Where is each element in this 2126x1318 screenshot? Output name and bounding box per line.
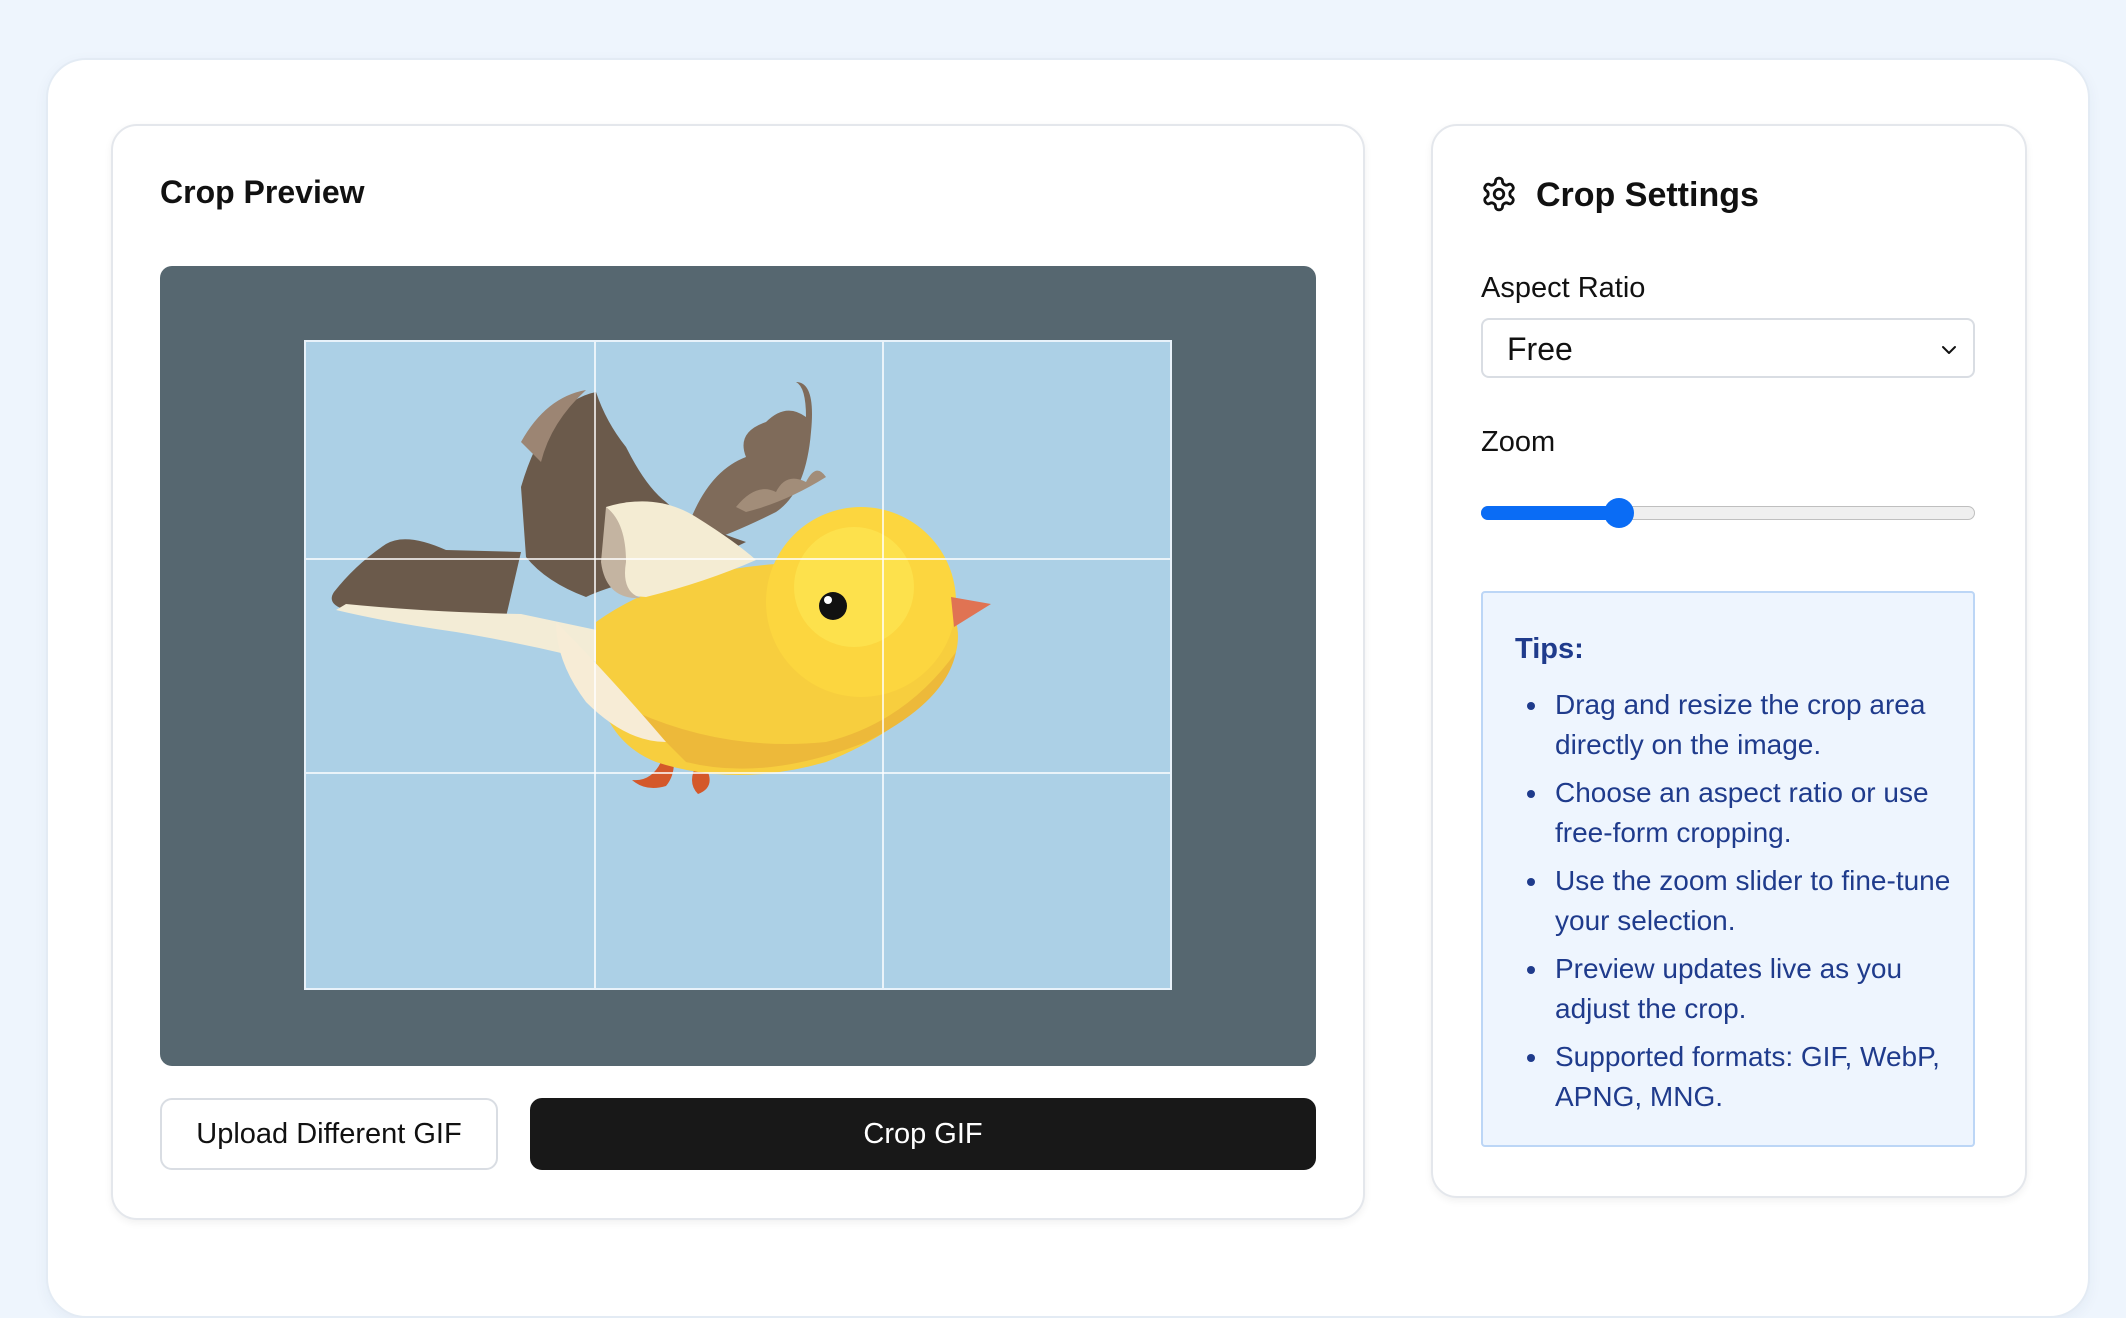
bird-image xyxy=(331,382,991,794)
tips-box: Tips: Drag and resize the crop area dire… xyxy=(1481,591,1975,1147)
tip-item: Supported formats: GIF, WebP, APNG, MNG. xyxy=(1515,1037,1955,1117)
upload-different-gif-button[interactable]: Upload Different GIF xyxy=(160,1098,498,1170)
tips-list: Drag and resize the crop area directly o… xyxy=(1515,685,1955,1125)
grid-line-v1 xyxy=(594,342,596,988)
zoom-label: Zoom xyxy=(1481,426,1556,458)
crop-preview-title: Crop Preview xyxy=(160,174,365,210)
grid-line-h2 xyxy=(306,772,1170,774)
tip-item: Choose an aspect ratio or use free-form … xyxy=(1515,773,1955,853)
crop-gif-button[interactable]: Crop GIF xyxy=(530,1098,1316,1170)
zoom-slider-fill xyxy=(1481,506,1619,520)
zoom-slider[interactable] xyxy=(1481,482,1975,544)
tip-item: Use the zoom slider to fine-tune your se… xyxy=(1515,861,1955,941)
chevron-down-icon xyxy=(1942,346,1956,354)
crop-settings-title: Crop Settings xyxy=(1536,176,1759,214)
tip-item: Drag and resize the crop area directly o… xyxy=(1515,685,1955,765)
tips-title: Tips: xyxy=(1515,633,1584,665)
crop-area[interactable] xyxy=(304,340,1172,990)
aspect-ratio-value: Free xyxy=(1507,331,1573,367)
tip-item: Preview updates live as you adjust the c… xyxy=(1515,949,1955,1029)
gear-icon xyxy=(1483,176,1515,212)
zoom-slider-thumb[interactable] xyxy=(1604,498,1634,528)
crop-canvas[interactable] xyxy=(160,266,1316,1066)
grid-line-h1 xyxy=(306,558,1170,560)
grid-line-v2 xyxy=(882,342,884,988)
aspect-ratio-label: Aspect Ratio xyxy=(1481,272,1646,304)
aspect-ratio-select[interactable]: Free xyxy=(1481,318,1975,378)
